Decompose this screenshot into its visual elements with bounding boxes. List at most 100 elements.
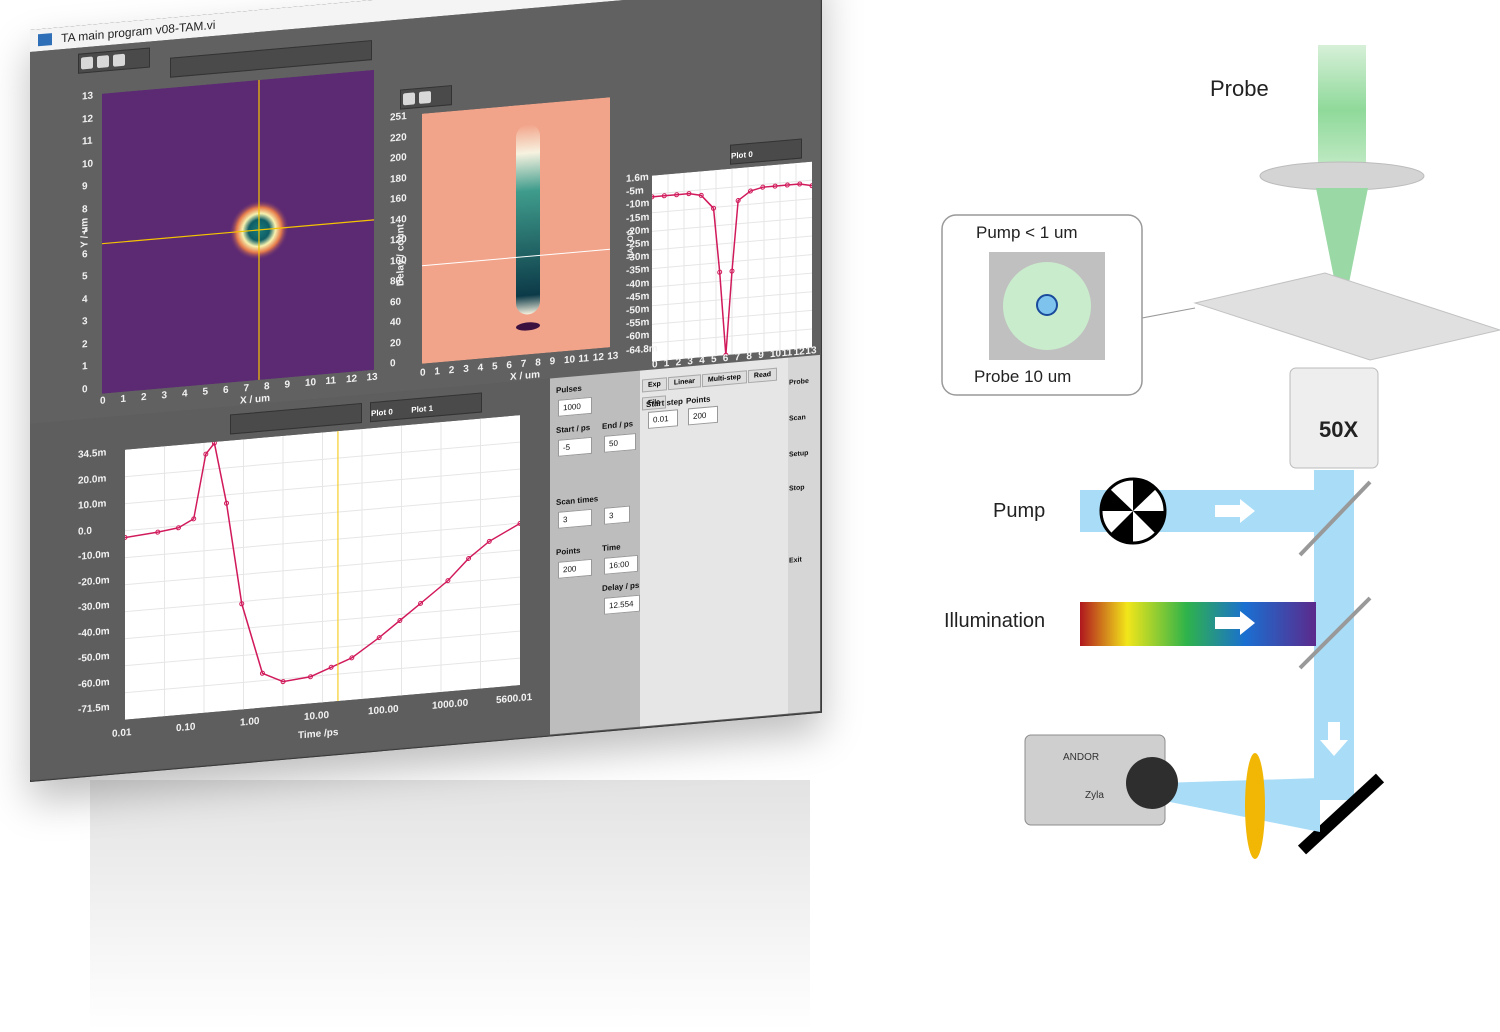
tick-label: 20.0m [78, 472, 107, 487]
tick-label: 0 [390, 358, 396, 370]
tick-label: -40.0m [78, 625, 110, 640]
tick-label: 34.5m [78, 447, 107, 461]
kinetics-legend[interactable]: Plot 0 Plot 1 [370, 392, 482, 423]
tick-label: -60.0m [78, 676, 110, 691]
tick-label: 3 [82, 315, 88, 328]
tick-label: 251 [390, 111, 407, 124]
map-pane: X / um Y / um 0 1 2 3 4 5 6 7 8 9 10 11 12 13 13 12 11 1… [30, 21, 380, 424]
delay-display: 12.554 [604, 594, 640, 615]
tick-label: 220 [390, 131, 407, 145]
tick-label: -20.0m [78, 574, 110, 589]
tick-label: -10m [626, 198, 650, 212]
start-step-input[interactable]: 0.01 [648, 409, 678, 429]
hand-icon[interactable] [113, 53, 125, 67]
tab-multi-step[interactable]: Multi-step [701, 370, 747, 388]
side-buttons: Probe Scan Setup Stop Exit [788, 354, 820, 714]
probe-label: Probe [1210, 76, 1269, 101]
tick-label: 8 [264, 381, 270, 393]
tick-label: 6 [223, 384, 229, 397]
tick-label: 4 [477, 362, 484, 374]
tick-label: 1 [82, 360, 88, 373]
tick-label: -71.5m [78, 702, 110, 716]
tick-label: -35m [626, 264, 650, 278]
tick-label: -10.0m [78, 549, 110, 563]
tick-label: 100.00 [368, 703, 399, 718]
inset-probe-label: Probe 10 um [974, 367, 1072, 386]
camera-lens-mount [1126, 757, 1178, 809]
settings-pane: Pulses 1000 Start / ps -5 End / ps 50 Sc… [550, 370, 640, 735]
tick-label: 1.00 [240, 715, 260, 729]
stop-button[interactable]: Stop [789, 484, 805, 492]
tick-label: 9 [549, 356, 556, 368]
zoom-icon[interactable] [97, 55, 109, 69]
labview-icon [38, 33, 52, 47]
tick-label: 120 [390, 234, 407, 247]
tick-label: 10.0m [78, 498, 107, 512]
tick-label: -25m [626, 237, 650, 251]
tick-label: 8 [535, 357, 541, 369]
profile-plot-legend[interactable]: Plot 0 [730, 138, 802, 165]
delay-streak [516, 124, 540, 315]
zoom-icon[interactable] [419, 90, 431, 104]
objective-label: 50X [1319, 417, 1359, 442]
sample-plate [1193, 272, 1500, 361]
tick-label: 80 [390, 275, 402, 288]
time-display: 16:00 [604, 554, 638, 575]
tick-label: 2 [82, 338, 88, 350]
pulses-input[interactable]: 1000 [558, 396, 592, 417]
tabs-pane: Exp Linear Multi-step ReadFile Start step 0… [640, 357, 788, 727]
tick-label: 0.10 [176, 721, 196, 735]
pulses-label: Pulses [556, 383, 582, 395]
plot1-legend: Plot 1 [411, 403, 434, 415]
scan-input[interactable]: 3 [558, 508, 592, 529]
crosshair-icon[interactable] [81, 56, 93, 70]
tick-label: 0 [420, 367, 426, 379]
end-input[interactable]: 50 [604, 432, 636, 453]
tick-label: 1 [120, 393, 127, 406]
scan-toggle[interactable]: Scan [789, 414, 806, 422]
tick-label: 4 [82, 293, 88, 305]
exit-button[interactable]: Exit [789, 556, 802, 564]
tick-label: 6 [82, 248, 88, 260]
kinetics-plot [125, 415, 520, 720]
tick-label: 9 [82, 180, 88, 193]
delay-pane: X / um Delay / count 0 1 2 3 4 5 6 7 8 9 10 11 12 13 … [380, 0, 620, 394]
tick-label: 0.01 [112, 727, 132, 740]
inset-pump-spot [1036, 294, 1058, 316]
delay-map-plot [422, 97, 610, 364]
exp-points-input[interactable]: 200 [688, 405, 718, 426]
crosshair-icon[interactable] [403, 92, 415, 106]
tick-label: 13 [607, 350, 619, 363]
kinetics-x-label: Time /ps [298, 727, 339, 742]
points-display: 200 [558, 558, 592, 579]
tab-exp[interactable]: Exp [642, 377, 667, 393]
tick-label: 180 [390, 172, 407, 186]
tick-label: -5m [626, 185, 644, 199]
probe-toggle[interactable]: Probe [789, 378, 809, 387]
camera-brand: ANDOR [1063, 752, 1100, 763]
delay-label: Delay / ps [602, 580, 640, 593]
profile-plot [652, 161, 812, 362]
tab-linear[interactable]: Linear [667, 374, 701, 391]
tick-label: 1000.00 [432, 697, 469, 712]
tick-label: 2 [448, 364, 455, 377]
tick-label: 6 [506, 359, 512, 372]
tick-label: -55m [626, 317, 650, 331]
start-input[interactable]: -5 [558, 436, 592, 457]
tick-label: 11 [82, 135, 93, 148]
scan-label: Scan times [556, 494, 599, 507]
delay-graph-toolbar[interactable] [400, 85, 452, 110]
tick-label: 13 [366, 371, 378, 384]
focus-lens [1245, 753, 1265, 859]
tick-label: 8 [82, 203, 88, 215]
tab-read[interactable]: Read [747, 367, 778, 384]
points-label: Points [556, 545, 581, 557]
tick-label: 7 [82, 225, 88, 238]
profile-pane: Plot 0 dA / OD 1.6m -5m -10m -15m -20m -25m -3… [620, 0, 820, 373]
scan-done: 3 [604, 505, 630, 525]
setup-toggle[interactable]: Setup [789, 450, 808, 459]
tick-label: 3 [161, 390, 168, 402]
tick-label: 5 [202, 386, 209, 398]
map-graph-toolbar[interactable] [78, 47, 150, 74]
kinetics-pane: Plot 0 Plot 1 Time /ps 34.5m 20.0m 10.0m 0.… [30, 378, 550, 780]
